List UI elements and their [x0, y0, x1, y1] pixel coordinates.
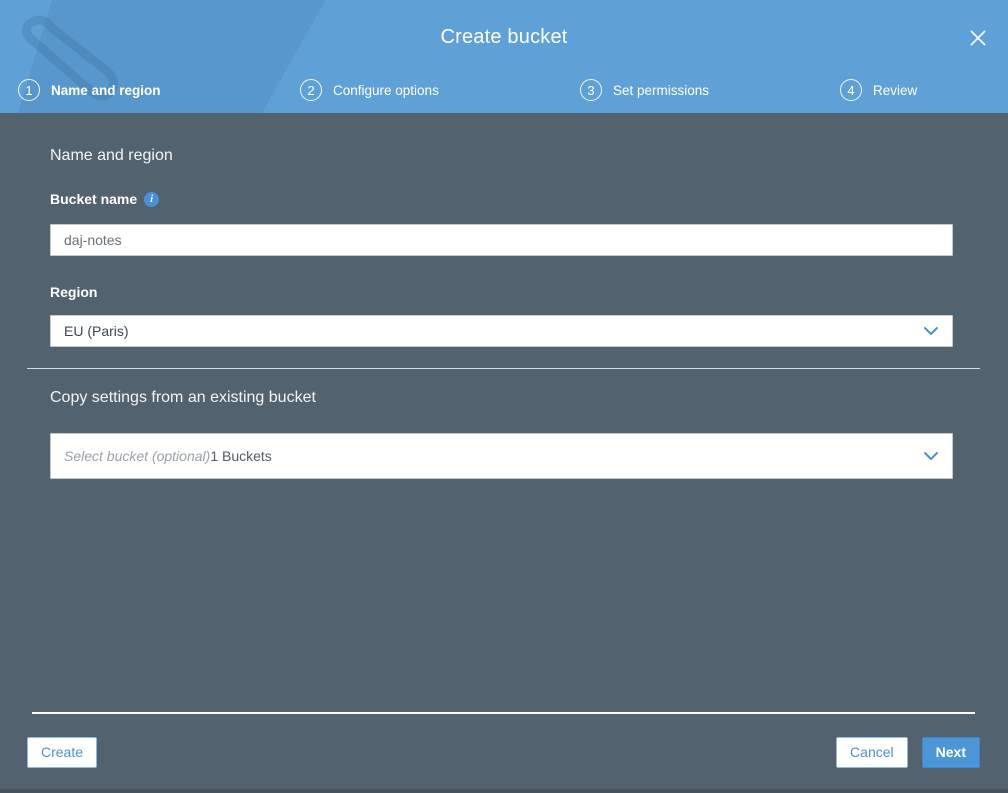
region-label: Region [50, 284, 98, 300]
step-2-label: Configure options [333, 82, 439, 98]
create-button[interactable]: Create [27, 736, 98, 768]
step-indicator: 1 Name and region 2 Configure options 3 … [0, 77, 1008, 103]
modal-footer: Create Cancel Next [27, 736, 980, 768]
step-2-circle: 2 [300, 79, 322, 101]
step-set-permissions[interactable]: 3 Set permissions [580, 77, 709, 103]
region-selected-value: EU (Paris) [64, 323, 129, 339]
modal-title: Create bucket [440, 26, 568, 48]
copy-settings-placeholder: Select bucket (optional) [64, 448, 211, 464]
chevron-down-icon [924, 452, 938, 460]
chevron-down-icon [924, 327, 938, 335]
copy-settings-heading: Copy settings from an existing bucket [50, 389, 316, 406]
step-review[interactable]: 4 Review [840, 77, 917, 103]
step-1-circle: 1 [18, 79, 40, 101]
step-1-label: Name and region [51, 82, 161, 98]
copy-settings-bucket-count: 1 Buckets [210, 448, 272, 464]
footer-divider [32, 712, 975, 714]
section-heading-name-and-region: Name and region [50, 147, 173, 164]
create-bucket-modal: Create bucket 1 Name and region 2 Config… [0, 0, 1008, 793]
region-select[interactable]: EU (Paris) [50, 315, 953, 347]
next-button[interactable]: Next [921, 736, 980, 768]
copy-settings-select[interactable]: Select bucket (optional) 1 Buckets [50, 433, 953, 479]
close-icon[interactable] [964, 24, 992, 52]
bucket-name-input[interactable] [50, 224, 953, 256]
step-4-label: Review [873, 82, 918, 98]
info-icon[interactable]: i [144, 191, 160, 207]
step-name-and-region[interactable]: 1 Name and region [18, 77, 161, 103]
step-configure-options[interactable]: 2 Configure options [300, 77, 439, 103]
section-divider [27, 368, 980, 369]
cancel-button[interactable]: Cancel [836, 736, 908, 768]
bottom-edge-strip [0, 789, 1008, 793]
step-3-circle: 3 [580, 79, 602, 101]
bucket-name-label: Bucket name i [50, 191, 160, 207]
modal-body: Name and region Bucket name i Region EU … [0, 113, 1008, 793]
footer-right-buttons: Cancel Next [836, 736, 980, 768]
modal-header: Create bucket 1 Name and region 2 Config… [0, 0, 1008, 113]
copy-settings-value: Select bucket (optional) 1 Buckets [64, 448, 915, 464]
step-3-label: Set permissions [613, 82, 710, 98]
step-4-circle: 4 [840, 79, 862, 101]
